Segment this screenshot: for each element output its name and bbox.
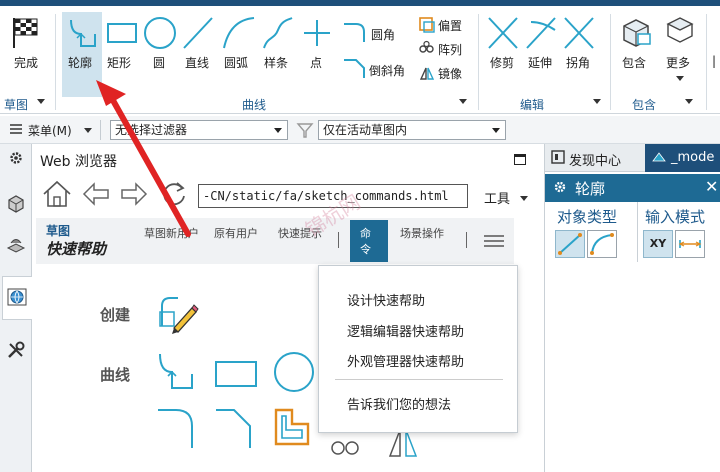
annotation-arrow bbox=[96, 80, 191, 237]
